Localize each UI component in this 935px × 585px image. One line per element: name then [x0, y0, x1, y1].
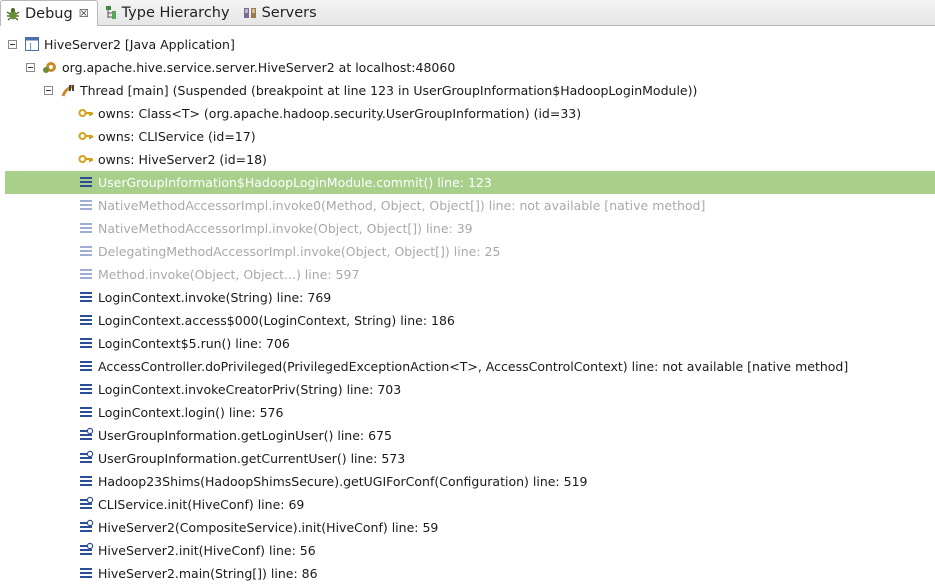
tree-item-monitor[interactable]: owns: Class<T> (org.apache.hadoop.securi… — [0, 102, 935, 125]
tree-item-label: DelegatingMethodAccessorImpl.invoke(Obje… — [98, 244, 501, 259]
stack-frame-synchronized-icon — [78, 496, 94, 512]
tree-item-stack-frame[interactable]: AccessController.doPrivileged(Privileged… — [0, 355, 935, 378]
tree-item-stack-frame[interactable]: NativeMethodAccessorImpl.invoke(Object, … — [0, 217, 935, 240]
collapse-toggle[interactable] — [26, 63, 35, 72]
tree-item-stack-frame[interactable]: HiveServer2.main(String[]) line: 86 — [0, 562, 935, 585]
stack-frame-icon — [78, 174, 94, 190]
tree-item-stack-frame[interactable]: NativeMethodAccessorImpl.invoke0(Method,… — [0, 194, 935, 217]
tree-item-label: owns: Class<T> (org.apache.hadoop.securi… — [98, 106, 582, 121]
stack-frame-synchronized-icon — [78, 542, 94, 558]
tree-item-label: HiveServer2 [Java Application] — [44, 37, 235, 52]
java-application-icon: J — [24, 36, 40, 52]
tree-item-label: Method.invoke(Object, Object...) line: 5… — [98, 267, 360, 282]
tree-item-stack-frame[interactable]: LoginContext.login() line: 576 — [0, 401, 935, 424]
tree-item-label: Thread [main] (Suspended (breakpoint at … — [80, 83, 698, 98]
tree-item-label: HiveServer2.init(HiveConf) line: 56 — [98, 543, 316, 558]
tree-item-stack-frame[interactable]: Method.invoke(Object, Object...) line: 5… — [0, 263, 935, 286]
tree-item-label: NativeMethodAccessorImpl.invoke(Object, … — [98, 221, 473, 236]
tab-label: Type Hierarchy — [121, 4, 230, 21]
tree-item-stack-frame[interactable]: HiveServer2.init(HiveConf) line: 56 — [0, 539, 935, 562]
tree-item-label: HiveServer2.main(String[]) line: 86 — [98, 566, 318, 581]
tree-item-label: org.apache.hive.service.server.HiveServe… — [62, 60, 456, 75]
tree-item-stack-frame[interactable]: UserGroupInformation$HadoopLoginModule.c… — [5, 171, 935, 194]
suspended-thread-icon — [60, 82, 76, 98]
tree-item-stack-frame[interactable]: CLIService.init(HiveConf) line: 69 — [0, 493, 935, 516]
tree-item-label: owns: CLIService (id=17) — [98, 129, 256, 144]
tree-item-label: LoginContext.invokeCreatorPriv(String) l… — [98, 382, 402, 397]
tree-item-stack-frame[interactable]: LoginContext.invokeCreatorPriv(String) l… — [0, 378, 935, 401]
tree-item-monitor[interactable]: owns: HiveServer2 (id=18) — [0, 148, 935, 171]
debug-target-icon — [42, 59, 58, 75]
svg-text:J: J — [29, 42, 32, 51]
stack-frame-icon — [78, 473, 94, 489]
view-tab-bar: Debug ☒ Type Hierarchy Servers — [0, 0, 935, 26]
tree-item-label: HiveServer2(CompositeService).init(HiveC… — [98, 520, 439, 535]
stack-frame-icon — [78, 404, 94, 420]
tree-item-label: UserGroupInformation$HadoopLoginModule.c… — [98, 175, 492, 190]
tree-item-stack-frame[interactable]: HiveServer2(CompositeService).init(HiveC… — [0, 516, 935, 539]
monitor-key-icon — [78, 151, 94, 167]
tree-item-label: Hadoop23Shims(HadoopShimsSecure).getUGIF… — [98, 474, 588, 489]
stack-frame-icon — [78, 220, 94, 236]
tab-type-hierarchy[interactable]: Type Hierarchy — [98, 0, 238, 25]
tree-item-label: NativeMethodAccessorImpl.invoke0(Method,… — [98, 198, 706, 213]
stack-frame-icon — [78, 565, 94, 581]
stack-frame-icon — [78, 289, 94, 305]
tree-item-label: LoginContext.login() line: 576 — [98, 405, 284, 420]
tree-item-stack-frame[interactable]: DelegatingMethodAccessorImpl.invoke(Obje… — [0, 240, 935, 263]
monitor-key-icon — [78, 128, 94, 144]
tree-item-label: LoginContext.invoke(String) line: 769 — [98, 290, 332, 305]
tree-item-label: UserGroupInformation.getCurrentUser() li… — [98, 451, 406, 466]
tree-item-label: AccessController.doPrivileged(Privileged… — [98, 359, 849, 374]
tree-item-label: LoginContext$5.run() line: 706 — [98, 336, 290, 351]
stack-frame-icon — [78, 381, 94, 397]
tree-item-stack-frame[interactable]: Hadoop23Shims(HadoopShimsSecure).getUGIF… — [0, 470, 935, 493]
stack-frame-synchronized-icon — [78, 519, 94, 535]
stack-frame-icon — [78, 197, 94, 213]
tree-item-monitor[interactable]: owns: CLIService (id=17) — [0, 125, 935, 148]
tree-item-label: LoginContext.access$000(LoginContext, St… — [98, 313, 455, 328]
tree-item-stack-frame[interactable]: LoginContext.invoke(String) line: 769 — [0, 286, 935, 309]
tree-item-launch[interactable]: J HiveServer2 [Java Application] — [0, 33, 935, 56]
type-hierarchy-icon — [102, 5, 118, 21]
close-icon[interactable]: ☒ — [79, 7, 89, 20]
tab-label: Debug — [25, 5, 73, 22]
tree-item-target[interactable]: org.apache.hive.service.server.HiveServe… — [0, 56, 935, 79]
tree-item-stack-frame[interactable]: UserGroupInformation.getCurrentUser() li… — [0, 447, 935, 470]
stack-frame-synchronized-icon — [78, 450, 94, 466]
stack-frame-synchronized-icon — [78, 427, 94, 443]
tree-item-stack-frame[interactable]: UserGroupInformation.getLoginUser() line… — [0, 424, 935, 447]
tree-item-stack-frame[interactable]: LoginContext.access$000(LoginContext, St… — [0, 309, 935, 332]
stack-frame-icon — [78, 243, 94, 259]
tab-servers[interactable]: Servers — [238, 0, 325, 25]
tree-item-label: UserGroupInformation.getLoginUser() line… — [98, 428, 392, 443]
tree-item-label: owns: HiveServer2 (id=18) — [98, 152, 267, 167]
stack-frame-icon — [78, 335, 94, 351]
debug-icon — [5, 6, 21, 22]
tab-label: Servers — [261, 4, 317, 21]
stack-frame-icon — [78, 312, 94, 328]
servers-icon — [242, 5, 258, 21]
tree-item-stack-frame[interactable]: LoginContext$5.run() line: 706 — [0, 332, 935, 355]
stack-frame-icon — [78, 266, 94, 282]
collapse-toggle[interactable] — [44, 86, 53, 95]
tab-debug[interactable]: Debug ☒ — [0, 0, 98, 26]
monitor-key-icon — [78, 105, 94, 121]
collapse-toggle[interactable] — [8, 40, 17, 49]
stack-frame-icon — [78, 358, 94, 374]
tree-item-thread[interactable]: Thread [main] (Suspended (breakpoint at … — [0, 79, 935, 102]
tree-item-label: CLIService.init(HiveConf) line: 69 — [98, 497, 305, 512]
